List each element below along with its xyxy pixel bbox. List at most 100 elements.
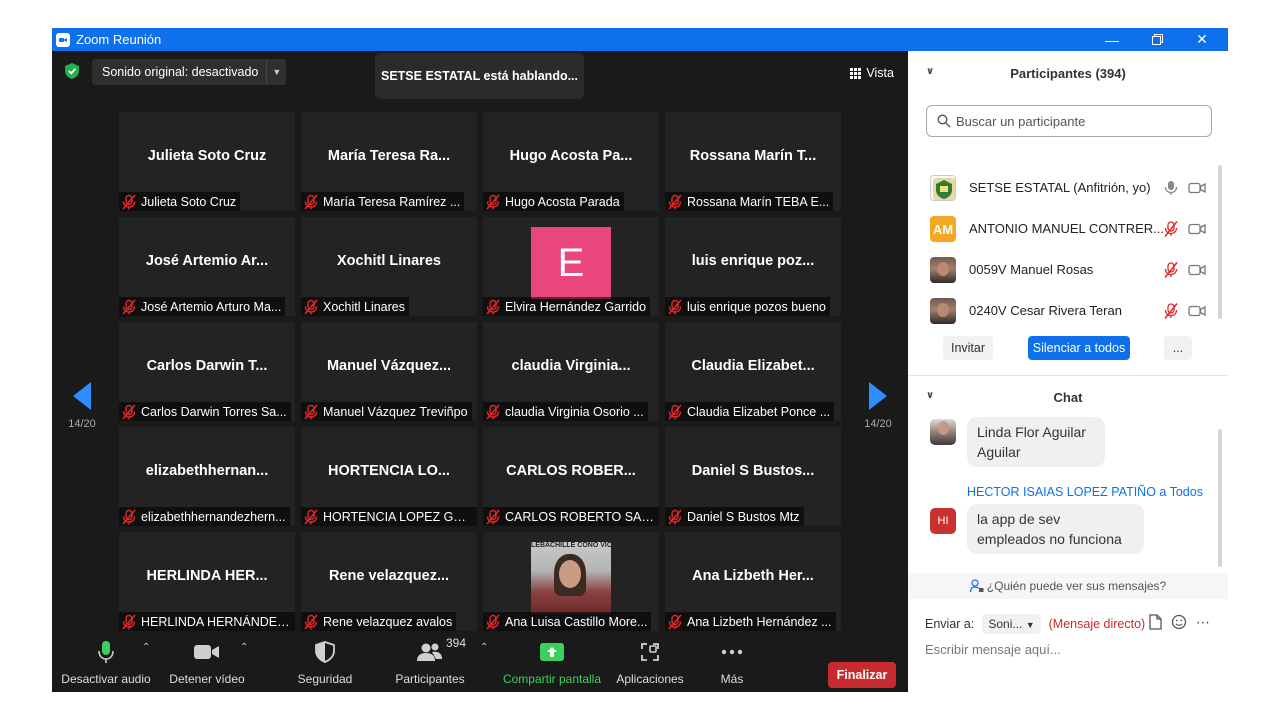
participant-tile[interactable]: luis enrique poz... luis enrique pozos bu… [665,217,841,316]
participants-icon [417,643,442,661]
participants-button[interactable]: 394 ⌃ Participantes [388,636,488,692]
encryption-shield-icon[interactable] [65,63,79,79]
participant-tile[interactable]: Daniel S Bustos... Daniel S Bustos Mtz [665,427,841,526]
participant-row[interactable]: 0059V Manuel Rosas [908,250,1218,290]
invite-button[interactable]: Invitar [943,336,993,360]
participant-tile[interactable]: HORTENCIA LO... HORTENCIA LOPEZ GOD... [301,427,477,526]
participant-search-input[interactable]: Buscar un participante [926,105,1212,137]
grid-view-icon [850,67,862,79]
mute-audio-label: Desactivar audio [61,672,151,686]
apps-button[interactable]: Aplicaciones [614,637,686,692]
previous-page-button[interactable]: 14/20 [62,382,102,430]
restore-button[interactable] [1134,28,1180,51]
attach-file-icon[interactable] [1149,613,1162,631]
participants-more-button[interactable]: ... [1164,336,1192,360]
mic-muted-icon [486,403,500,420]
mic-muted-icon [304,613,318,630]
participant-tile[interactable]: E Elvira Hernández Garrido [483,217,659,316]
mic-muted-icon [668,193,682,210]
participant-list-scrollbar[interactable] [1218,165,1222,319]
participant-tile[interactable]: Rossana Marín T... Rossana Marín TEBA E..… [665,112,841,211]
participant-name-text: elizabethhernandezhern... [141,509,286,524]
mic-muted-icon[interactable] [1163,221,1179,237]
mic-muted-icon[interactable] [1163,303,1179,319]
participant-tile[interactable]: Ana Lizbeth Her... Ana Lizbeth Hernández … [665,532,841,631]
participant-name-text: Carlos Darwin Torres Sa... [141,404,287,419]
end-meeting-button[interactable]: Finalizar [828,662,896,688]
participant-display-name: HERLINDA HER... [146,568,268,584]
participant-photo-avatar [930,257,956,283]
video-off-icon[interactable] [1188,303,1206,319]
participant-tile[interactable]: Manuel Vázquez... Manuel Vázquez Treviñpo [301,322,477,421]
microphone-icon[interactable] [1163,180,1179,196]
participants-options-caret-icon[interactable]: ⌃ [480,642,488,653]
participant-row[interactable]: 0240V Cesar Rivera Teran [908,291,1218,331]
view-button[interactable]: Vista [844,61,900,85]
security-button[interactable]: Seguridad [288,637,362,692]
participant-display-name: Daniel S Bustos... [691,463,815,479]
chevron-down-icon[interactable]: ∨ [926,66,934,77]
audio-options-caret-icon[interactable]: ⌃ [142,642,150,653]
close-window-button[interactable]: ✕ [1179,28,1225,51]
chevron-down-icon[interactable]: ▼ [266,59,286,85]
chat-more-icon[interactable]: ⋯ [1196,613,1210,631]
participants-count: 394 [446,636,467,650]
chat-message-input[interactable]: Escribir mensaje aquí... [925,642,1215,657]
emoji-icon[interactable] [1171,613,1187,631]
participant-tile[interactable]: LEBACHILLE CONO VICEN ERR Ana Luisa Casti… [483,532,659,631]
window-title: Zoom Reunión [76,32,162,47]
participant-tile[interactable]: José Artemio Ar... José Artemio Arturo Ma… [119,217,295,316]
security-shield-icon [315,641,335,663]
participant-tile[interactable]: Hugo Acosta Pa... Hugo Acosta Parada [483,112,659,211]
video-options-caret-icon[interactable]: ⌃ [240,642,248,653]
next-page-button[interactable]: 14/20 [858,382,898,430]
participant-row[interactable]: SETSE ESTATAL (Anfitrión, yo) [908,168,1218,208]
participant-tile[interactable]: CARLOS ROBER... CARLOS ROBERTO SALO... [483,427,659,526]
stop-video-button[interactable]: ⌃ Detener vídeo [164,637,250,692]
more-button[interactable]: Más [704,637,760,692]
share-screen-icon [540,643,564,661]
who-can-see-link[interactable]: ¿Quién puede ver sus mensajes? [908,573,1228,599]
video-off-icon[interactable] [1188,221,1206,237]
chat-message-line: Aguilar [977,444,1021,460]
mic-muted-icon [668,613,682,630]
participant-tile[interactable]: Rene velazquez... Rene velazquez avalos [301,532,477,631]
participant-tile[interactable]: Julieta Soto Cruz Julieta Soto Cruz [119,112,295,211]
participant-display-name: Claudia Elizabet... [691,358,815,374]
mic-muted-icon [304,403,318,420]
chat-avatar-initials: HI [930,508,956,534]
mute-all-button[interactable]: Silenciar a todos [1028,336,1130,360]
mic-muted-icon [304,298,318,315]
participant-tile[interactable]: elizabethhernan... elizabethhernandezhern… [119,427,295,526]
chat-scrollbar[interactable] [1218,429,1222,567]
participant-tile[interactable]: Xochitl Linares Xochitl Linares [301,217,477,316]
participant-name: 0240V Cesar Rivera Teran [969,303,1122,318]
participant-display-name: Manuel Vázquez... [326,358,452,374]
participant-tile[interactable]: HERLINDA HER... HERLINDA HERNÁNDEZ... [119,532,295,631]
participant-name-text: Manuel Vázquez Treviñpo [323,404,468,419]
apps-icon [641,643,659,661]
person-lock-icon [969,579,984,593]
participant-tile[interactable]: Carlos Darwin T... Carlos Darwin Torres S… [119,322,295,421]
video-off-icon[interactable] [1188,180,1206,196]
mute-audio-button[interactable]: ⌃ Desactivar audio [60,637,152,692]
video-off-icon[interactable] [1188,262,1206,278]
share-screen-button[interactable]: ⌃ Compartir pantalla [500,637,648,692]
mic-muted-icon[interactable] [1163,262,1179,278]
participant-name-text: Rossana Marín TEBA E... [687,194,830,209]
participant-tile[interactable]: Claudia Elizabet... Claudia Elizabet Ponc… [665,322,841,421]
original-sound-toggle[interactable]: Sonido original: desactivado ▼ [92,59,287,85]
participant-tile[interactable]: claudia Virginia... claudia Virginia Osor… [483,322,659,421]
chevron-down-icon[interactable]: ∨ [926,390,934,401]
participant-row[interactable]: AM ANTONIO MANUEL CONTRER... [908,209,1218,249]
arrow-left-icon [73,382,91,410]
send-to-select[interactable]: Soni... ▼ [982,614,1041,634]
participant-tile[interactable]: María Teresa Ra... María Teresa Ramírez .… [301,112,477,211]
participant-name-label: Carlos Darwin Torres Sa... [119,402,291,421]
chat-sender: HECTOR ISAIAS LOPEZ PATIÑO a Todos [967,485,1203,499]
participant-name-label: Ana Lizbeth Hernández ... [665,612,836,631]
participant-name-label: claudia Virginia Osorio ... [483,402,648,421]
mic-muted-icon [486,508,500,525]
minimize-button[interactable]: — [1089,28,1135,51]
participant-name-label: luis enrique pozos bueno [665,297,830,316]
